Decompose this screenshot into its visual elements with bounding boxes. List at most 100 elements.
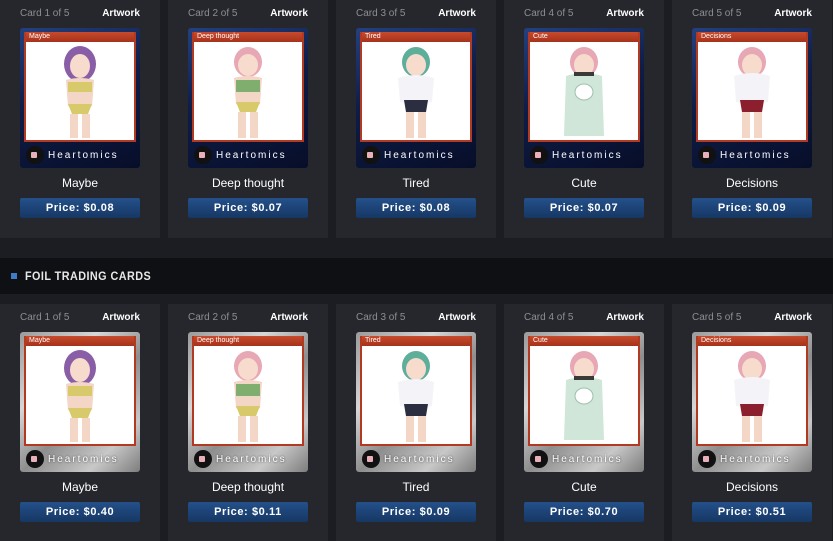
card-header: Card 2 of 5 Artwork — [188, 6, 308, 20]
card-image[interactable]: Deep thought Heartomics — [188, 28, 308, 168]
brand-text: Heartomics — [552, 453, 623, 465]
price-button[interactable]: Price: $0.51 — [692, 502, 812, 522]
card-frame: Maybe — [24, 32, 136, 142]
card-brand: Heartomics — [188, 448, 308, 470]
artwork-link[interactable]: Artwork — [270, 312, 308, 323]
brand-text: Heartomics — [48, 453, 119, 465]
card-image[interactable]: Tired Heartomics — [356, 28, 476, 168]
character-illustration — [64, 46, 96, 138]
trading-card[interactable]: Card 5 of 5 Artwork Decisions Heartomics — [672, 0, 832, 238]
artwork-link[interactable]: Artwork — [774, 312, 812, 323]
brand-text: Heartomics — [216, 453, 287, 465]
brand-text: Heartomics — [384, 453, 455, 465]
foil-trading-card[interactable]: Card 3 of 5 Artwork Tired Heartomics Tir… — [336, 304, 496, 541]
foil-trading-card[interactable]: Card 4 of 5 Artwork Cute Heartomics Cute… — [504, 304, 664, 541]
price-button[interactable]: Price: $0.09 — [356, 502, 476, 522]
heartomics-logo-icon — [194, 146, 212, 164]
price-button[interactable]: Price: $0.07 — [524, 198, 644, 218]
card-ribbon: Decisions — [698, 32, 806, 42]
brand-text: Heartomics — [552, 149, 623, 161]
artwork-link[interactable]: Artwork — [102, 312, 140, 323]
card-ribbon: Maybe — [26, 32, 134, 42]
price-button[interactable]: Price: $0.08 — [20, 198, 140, 218]
card-frame: Cute — [528, 336, 640, 446]
foil-trading-card[interactable]: Card 1 of 5 Artwork Maybe Heartomics May… — [0, 304, 160, 541]
trading-card[interactable]: Card 4 of 5 Artwork Cute Heartomics Cute… — [504, 0, 664, 238]
card-name: Cute — [571, 176, 597, 190]
card-header: Card 3 of 5 Artwork — [356, 310, 476, 324]
trading-card[interactable]: Card 1 of 5 Artwork Maybe Heartomics May… — [0, 0, 160, 238]
card-ribbon: Deep thought — [194, 336, 302, 346]
card-image[interactable]: Tired Heartomics — [356, 332, 476, 472]
card-name: Deep thought — [211, 176, 285, 190]
trading-card[interactable]: Card 2 of 5 Artwork Deep thought Heartom… — [168, 0, 328, 238]
card-count: Card 5 of 5 — [692, 311, 742, 323]
card-brand: Heartomics — [20, 448, 140, 470]
price-button[interactable]: Price: $0.07 — [188, 198, 308, 218]
foil-trading-card[interactable]: Card 2 of 5 Artwork Deep thought Heartom… — [168, 304, 328, 541]
foil-section-header: FOIL TRADING CARDS — [0, 258, 833, 294]
artwork-link[interactable]: Artwork — [774, 8, 812, 19]
artwork-link[interactable]: Artwork — [606, 312, 644, 323]
artwork-link[interactable]: Artwork — [606, 8, 644, 19]
artwork-link[interactable]: Artwork — [438, 312, 476, 323]
card-image[interactable]: Decisions Heartomics — [692, 28, 812, 168]
character-illustration — [234, 351, 262, 442]
card-header: Card 4 of 5 Artwork — [524, 310, 644, 324]
card-name: Decisions — [725, 480, 779, 494]
trading-card[interactable]: Card 3 of 5 Artwork Tired Heartomics Tir… — [336, 0, 496, 238]
card-header: Card 5 of 5 Artwork — [692, 6, 812, 20]
artwork-link[interactable]: Artwork — [102, 8, 140, 19]
card-ribbon: Tired — [362, 336, 470, 346]
card-header: Card 1 of 5 Artwork — [20, 6, 140, 20]
card-name: Decisions — [725, 176, 779, 190]
card-brand: Heartomics — [692, 448, 812, 470]
card-count: Card 1 of 5 — [20, 7, 70, 19]
heartomics-logo-icon — [362, 450, 380, 468]
card-image[interactable]: Maybe Heartomics — [20, 332, 140, 472]
character-illustration — [564, 47, 604, 136]
card-brand: Heartomics — [356, 144, 476, 166]
price-button[interactable]: Price: $0.08 — [356, 198, 476, 218]
card-brand: Heartomics — [692, 144, 812, 166]
brand-text: Heartomics — [384, 149, 455, 161]
character-illustration — [564, 351, 604, 440]
card-name: Cute — [571, 480, 597, 494]
section-marker-icon — [11, 273, 17, 279]
character-illustration — [398, 47, 434, 138]
card-image[interactable]: Deep thought Heartomics — [188, 332, 308, 472]
price-button[interactable]: Price: $0.70 — [524, 502, 644, 522]
character-illustration — [734, 351, 770, 442]
card-count: Card 3 of 5 — [356, 7, 406, 19]
price-button[interactable]: Price: $0.11 — [188, 502, 308, 522]
card-count: Card 1 of 5 — [20, 311, 70, 323]
card-image[interactable]: Cute Heartomics — [524, 28, 644, 168]
card-image[interactable]: Decisions Heartomics — [692, 332, 812, 472]
card-frame: Tired — [360, 336, 472, 446]
price-button[interactable]: Price: $0.40 — [20, 502, 140, 522]
card-image[interactable]: Maybe Heartomics — [20, 28, 140, 168]
card-name: Tired — [402, 176, 430, 190]
card-count: Card 2 of 5 — [188, 7, 238, 19]
card-brand: Heartomics — [188, 144, 308, 166]
artwork-link[interactable]: Artwork — [270, 8, 308, 19]
brand-text: Heartomics — [216, 149, 287, 161]
card-brand: Heartomics — [524, 448, 644, 470]
card-name: Maybe — [61, 480, 99, 494]
card-image[interactable]: Cute Heartomics — [524, 332, 644, 472]
brand-text: Heartomics — [720, 453, 791, 465]
character-illustration — [234, 47, 262, 138]
card-count: Card 2 of 5 — [188, 311, 238, 323]
card-frame: Tired — [360, 32, 472, 142]
heartomics-logo-icon — [530, 146, 548, 164]
price-button[interactable]: Price: $0.09 — [692, 198, 812, 218]
card-ribbon: Deep thought — [194, 32, 302, 42]
card-ribbon: Cute — [530, 336, 638, 346]
foil-trading-card[interactable]: Card 5 of 5 Artwork Decisions Heartomics — [672, 304, 832, 541]
card-frame: Decisions — [696, 32, 808, 142]
artwork-link[interactable]: Artwork — [438, 8, 476, 19]
card-ribbon: Tired — [362, 32, 470, 42]
heartomics-logo-icon — [194, 450, 212, 468]
card-count: Card 4 of 5 — [524, 311, 574, 323]
heartomics-logo-icon — [698, 450, 716, 468]
